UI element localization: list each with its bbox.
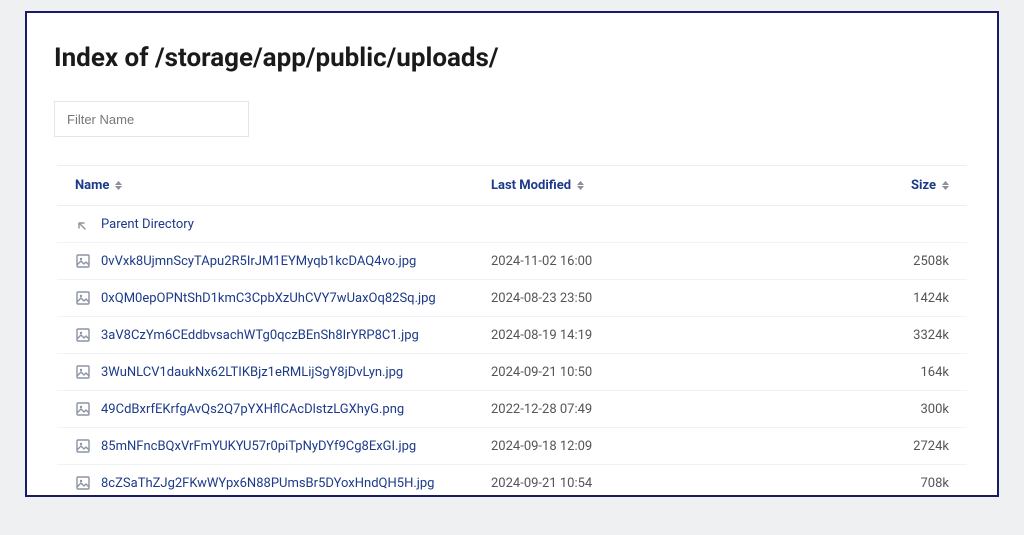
sort-icon bbox=[115, 181, 122, 190]
sort-icon bbox=[942, 181, 949, 190]
column-label-size: Size bbox=[911, 178, 936, 193]
file-modified-cell: 2022-12-28 07:49 bbox=[491, 402, 801, 417]
file-size-cell: 3324k bbox=[801, 328, 949, 343]
column-label-modified: Last Modified bbox=[491, 178, 571, 193]
file-link[interactable]: 8cZSaThZJg2FKwWYpx6N88PUmsBr5DYoxHndQH5H… bbox=[101, 476, 434, 491]
table-row[interactable]: 8cZSaThZJg2FKwWYpx6N88PUmsBr5DYoxHndQH5H… bbox=[57, 465, 967, 497]
filter-name-input[interactable] bbox=[54, 101, 249, 137]
file-name-cell: 85mNFncBQxVrFmYUKYU57r0piTpNyDYf9Cg8ExGI… bbox=[75, 438, 491, 454]
file-modified-cell: 2024-11-02 16:00 bbox=[491, 254, 801, 269]
table-row[interactable]: 3WuNLCV1daukNx62LTIKBjz1eRMLijSgY8jDvLyn… bbox=[57, 354, 967, 391]
file-size-cell: 164k bbox=[801, 365, 949, 380]
file-link[interactable]: 3WuNLCV1daukNx62LTIKBjz1eRMLijSgY8jDvLyn… bbox=[101, 365, 403, 380]
table-row[interactable]: 85mNFncBQxVrFmYUKYU57r0piTpNyDYf9Cg8ExGI… bbox=[57, 428, 967, 465]
column-header-name[interactable]: Name bbox=[75, 178, 491, 193]
file-link[interactable]: 3aV8CzYm6CEddbvsachWTg0qczBEnSh8IrYRP8C1… bbox=[101, 328, 419, 343]
file-modified-cell: 2024-08-23 23:50 bbox=[491, 291, 801, 306]
file-modified-cell: 2024-09-18 12:09 bbox=[491, 439, 801, 454]
file-table: Name Last Modified Size bbox=[57, 165, 967, 497]
table-body: Parent Directory 0vVxk8UjmnScyTApu2R5IrJ… bbox=[57, 206, 967, 497]
directory-listing-frame: Index of /storage/app/public/uploads/ Na… bbox=[25, 11, 999, 497]
file-link[interactable]: 49CdBxrfEKrfgAvQs2Q7pYXHflCAcDlstzLGXhyG… bbox=[101, 402, 404, 417]
file-table-wrap: Name Last Modified Size bbox=[27, 165, 997, 497]
file-name-cell: 8cZSaThZJg2FKwWYpx6N88PUmsBr5DYoxHndQH5H… bbox=[75, 475, 491, 491]
table-row[interactable]: 0vVxk8UjmnScyTApu2R5IrJM1EYMyqb1kcDAQ4vo… bbox=[57, 243, 967, 280]
file-size-cell: 2724k bbox=[801, 439, 949, 454]
table-row[interactable]: 49CdBxrfEKrfgAvQs2Q7pYXHflCAcDlstzLGXhyG… bbox=[57, 391, 967, 428]
file-size-cell: 1424k bbox=[801, 291, 949, 306]
column-label-name: Name bbox=[75, 178, 109, 193]
parent-directory-link[interactable]: Parent Directory bbox=[101, 217, 194, 232]
file-link[interactable]: 0vVxk8UjmnScyTApu2R5IrJM1EYMyqb1kcDAQ4vo… bbox=[101, 254, 416, 269]
page-title: Index of /storage/app/public/uploads/ bbox=[27, 13, 997, 101]
filter-container bbox=[27, 101, 997, 165]
arrow-up-left-icon bbox=[75, 216, 91, 232]
parent-directory-row[interactable]: Parent Directory bbox=[57, 206, 967, 243]
file-link[interactable]: 0xQM0epOPNtShD1kmC3CpbXzUhCVY7wUaxOq82Sq… bbox=[101, 291, 436, 306]
table-row[interactable]: 3aV8CzYm6CEddbvsachWTg0qczBEnSh8IrYRP8C1… bbox=[57, 317, 967, 354]
image-file-icon bbox=[75, 364, 91, 380]
image-file-icon bbox=[75, 290, 91, 306]
image-file-icon bbox=[75, 327, 91, 343]
image-file-icon bbox=[75, 253, 91, 269]
file-name-cell: 3WuNLCV1daukNx62LTIKBjz1eRMLijSgY8jDvLyn… bbox=[75, 364, 491, 380]
file-name-cell: 0vVxk8UjmnScyTApu2R5IrJM1EYMyqb1kcDAQ4vo… bbox=[75, 253, 491, 269]
file-name-cell: 49CdBxrfEKrfgAvQs2Q7pYXHflCAcDlstzLGXhyG… bbox=[75, 401, 491, 417]
file-modified-cell: 2024-08-19 14:19 bbox=[491, 328, 801, 343]
file-size-cell: 2508k bbox=[801, 254, 949, 269]
file-modified-cell: 2024-09-21 10:54 bbox=[491, 476, 801, 491]
file-link[interactable]: 85mNFncBQxVrFmYUKYU57r0piTpNyDYf9Cg8ExGI… bbox=[101, 439, 416, 454]
table-header-row: Name Last Modified Size bbox=[57, 166, 967, 206]
file-size-cell: 300k bbox=[801, 402, 949, 417]
file-name-cell: 0xQM0epOPNtShD1kmC3CpbXzUhCVY7wUaxOq82Sq… bbox=[75, 290, 491, 306]
file-size-cell: 708k bbox=[801, 476, 949, 491]
sort-icon bbox=[577, 181, 584, 190]
file-name-cell: 3aV8CzYm6CEddbvsachWTg0qczBEnSh8IrYRP8C1… bbox=[75, 327, 491, 343]
parent-directory-cell: Parent Directory bbox=[75, 216, 491, 232]
image-file-icon bbox=[75, 475, 91, 491]
file-modified-cell: 2024-09-21 10:50 bbox=[491, 365, 801, 380]
column-header-size[interactable]: Size bbox=[801, 178, 949, 193]
image-file-icon bbox=[75, 401, 91, 417]
table-row[interactable]: 0xQM0epOPNtShD1kmC3CpbXzUhCVY7wUaxOq82Sq… bbox=[57, 280, 967, 317]
column-header-modified[interactable]: Last Modified bbox=[491, 178, 801, 193]
image-file-icon bbox=[75, 438, 91, 454]
